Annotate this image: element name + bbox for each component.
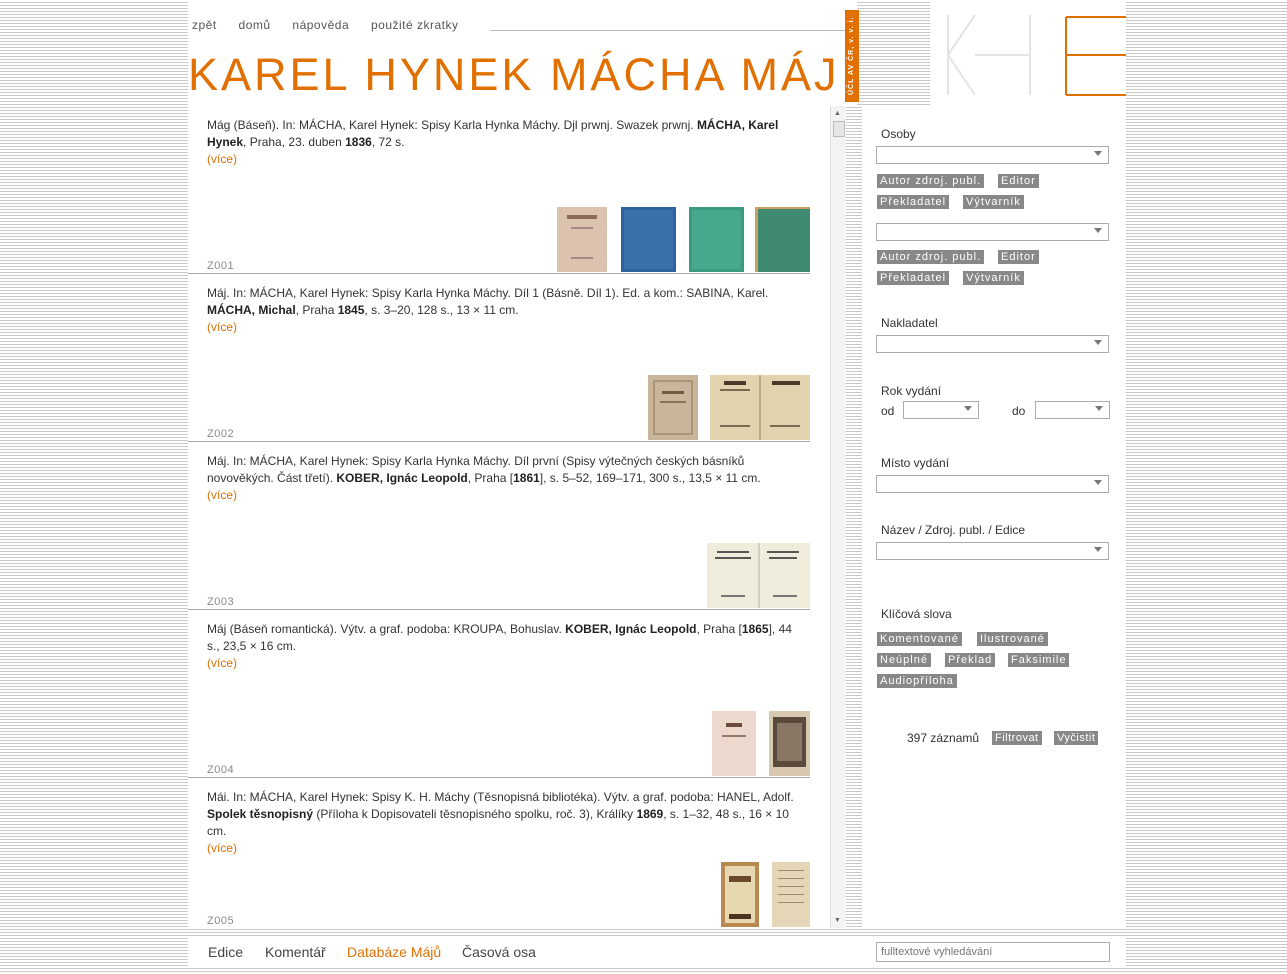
nav-help-link[interactable]: nápověda — [292, 18, 349, 32]
publisher-label: Nakladatel — [881, 316, 938, 330]
more-link[interactable]: (více) — [207, 840, 807, 857]
cover-thumbnail[interactable] — [707, 543, 810, 608]
record-list: Mág (Báseň). In: MÁCHA, Karel Hynek: Spi… — [188, 106, 845, 928]
record-item: Máj (Báseň romantická). Výtv. a graf. po… — [188, 610, 810, 778]
person-select-1[interactable] — [876, 146, 1109, 164]
nav-abbreviations-link[interactable]: použité zkratky — [371, 18, 459, 32]
year-to-select[interactable] — [1035, 401, 1110, 419]
cover-thumbnail[interactable] — [755, 207, 810, 272]
chevron-down-icon — [964, 406, 972, 411]
role-tag-illustrator[interactable]: Výtvarník — [963, 271, 1024, 285]
cover-thumbnail[interactable] — [621, 207, 676, 272]
footer-link-edition[interactable]: Edice — [208, 944, 243, 960]
record-code: Z001 — [207, 260, 235, 272]
record-citation: Máj. In: MÁCHA, Karel Hynek: Spisy Karla… — [207, 453, 807, 504]
khe-logo[interactable] — [930, 15, 1130, 99]
year-from-select[interactable] — [903, 401, 979, 419]
filter-button[interactable]: Filtrovat — [992, 731, 1042, 745]
role-tag-translator[interactable]: Překladatel — [877, 195, 950, 209]
chevron-down-icon — [1094, 340, 1102, 345]
record-citation: Máj. In: MÁCHA, Karel Hynek: Spisy Karla… — [207, 285, 807, 336]
nav-back-link[interactable]: zpět — [192, 18, 217, 32]
cover-thumbnail[interactable] — [648, 375, 698, 440]
chevron-down-icon — [1094, 547, 1102, 552]
record-code: Z003 — [207, 596, 235, 608]
chevron-down-icon — [1094, 151, 1102, 156]
keyword-tag-translation[interactable]: Překlad — [945, 653, 996, 667]
cover-thumbnail[interactable] — [769, 711, 810, 776]
record-citation: Mág (Báseň). In: MÁCHA, Karel Hynek: Spi… — [207, 117, 807, 168]
chevron-down-icon — [1095, 406, 1103, 411]
clear-button[interactable]: Vyčistit — [1054, 731, 1099, 745]
title-label: Název / Zdroj. publ. / Edice — [881, 523, 1026, 537]
record-item: Máj. In: MÁCHA, Karel Hynek: Spisy Karla… — [188, 442, 810, 610]
record-item: Mái. In: MÁCHA, Karel Hynek: Spisy K. H.… — [188, 778, 810, 928]
more-link[interactable]: (více) — [207, 319, 807, 336]
title-select[interactable] — [876, 542, 1109, 560]
role-tag-illustrator[interactable]: Výtvarník — [963, 195, 1024, 209]
nav-divider — [490, 30, 845, 31]
keyword-tag-illustrated[interactable]: Ilustrované — [977, 632, 1048, 646]
year-label: Rok vydání — [881, 384, 942, 398]
fulltext-search-input[interactable] — [876, 942, 1110, 962]
record-item: Máj. In: MÁCHA, Karel Hynek: Spisy Karla… — [188, 274, 810, 442]
keyword-tag-audio[interactable]: Audiopříloha — [877, 674, 957, 688]
record-item: Mág (Báseň). In: MÁCHA, Karel Hynek: Spi… — [188, 106, 810, 274]
scroll-thumb[interactable] — [833, 121, 845, 137]
cover-thumbnail[interactable] — [721, 862, 759, 927]
role-tag-source-author[interactable]: Autor zdroj. publ. — [877, 174, 985, 188]
cover-thumbnail[interactable] — [772, 862, 810, 927]
year-to-label: do — [1012, 404, 1026, 418]
cover-thumbnail[interactable] — [689, 207, 744, 272]
person-select-2[interactable] — [876, 223, 1109, 241]
more-link[interactable]: (více) — [207, 151, 807, 168]
cover-thumbnail[interactable] — [557, 207, 607, 272]
site-title: KAREL HYNEK MÁCHA MÁJ — [188, 49, 840, 100]
footer-link-timeline[interactable]: Časová osa — [462, 944, 536, 960]
place-select[interactable] — [876, 475, 1109, 493]
place-label: Místo vydání — [881, 456, 950, 470]
role-tag-editor[interactable]: Editor — [998, 174, 1039, 188]
footer-link-commentary[interactable]: Komentář — [265, 944, 326, 960]
logo-k-leg — [947, 54, 976, 96]
record-code: Z005 — [207, 915, 235, 927]
record-citation: Máj (Báseň romantická). Výtv. a graf. po… — [207, 621, 807, 672]
persons-label: Osoby — [881, 127, 916, 141]
scrollbar[interactable]: ▲ ▼ — [830, 106, 846, 928]
top-nav: zpět domů nápověda použité zkratky — [192, 18, 477, 32]
keyword-tag-incomplete[interactable]: Neúplné — [877, 653, 931, 667]
role-tag-source-author[interactable]: Autor zdroj. publ. — [877, 250, 985, 264]
keywords-label: Klíčová slova — [881, 607, 952, 621]
institution-badge[interactable]: ÚČL AV ČR, v. v. i. — [845, 10, 859, 102]
footer-link-database[interactable]: Databáze Májů — [347, 944, 441, 960]
cover-thumbnail[interactable] — [710, 375, 810, 440]
scroll-down-icon[interactable]: ▼ — [834, 917, 841, 925]
chevron-down-icon — [1094, 228, 1102, 233]
chevron-down-icon — [1094, 480, 1102, 485]
record-code: Z004 — [207, 764, 235, 776]
more-link[interactable]: (více) — [207, 655, 807, 672]
record-code: Z002 — [207, 428, 235, 440]
year-from-label: od — [881, 404, 895, 418]
logo-k-arm — [947, 15, 976, 56]
keyword-tag-commented[interactable]: Komentované — [877, 632, 962, 646]
nav-home-link[interactable]: domů — [239, 18, 271, 32]
role-tag-editor[interactable]: Editor — [998, 250, 1039, 264]
record-citation: Mái. In: MÁCHA, Karel Hynek: Spisy K. H.… — [207, 789, 807, 857]
keyword-tag-facsimile[interactable]: Faksimile — [1008, 653, 1070, 667]
result-count: 397 záznamů — [907, 731, 980, 745]
publisher-select[interactable] — [876, 335, 1109, 353]
cover-thumbnail[interactable] — [712, 711, 756, 776]
role-tag-translator[interactable]: Překladatel — [877, 271, 950, 285]
more-link[interactable]: (více) — [207, 487, 807, 504]
scroll-up-icon[interactable]: ▲ — [834, 110, 841, 118]
